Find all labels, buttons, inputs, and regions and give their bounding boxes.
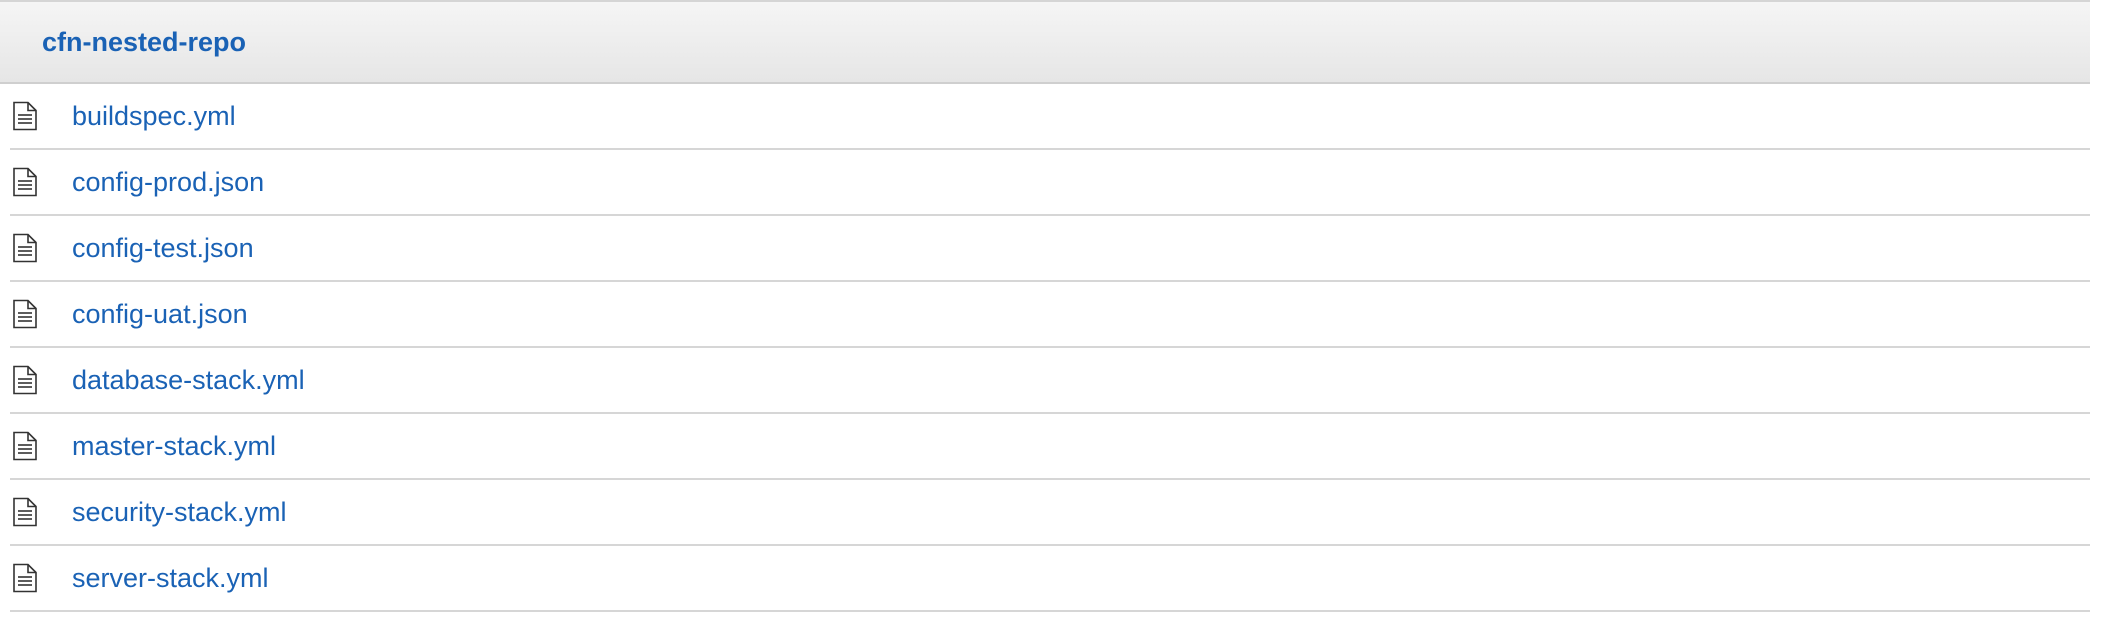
file-text-icon xyxy=(13,365,37,395)
file-row[interactable]: config-prod.json xyxy=(10,150,2090,216)
repository-browser: cfn-nested-repo buildspec.yml config-pro… xyxy=(0,0,2090,612)
file-link[interactable]: database-stack.yml xyxy=(72,365,305,396)
file-text-icon xyxy=(13,233,37,263)
file-link[interactable]: server-stack.yml xyxy=(72,563,269,594)
repo-header: cfn-nested-repo xyxy=(0,0,2090,84)
file-link[interactable]: config-test.json xyxy=(72,233,254,264)
file-text-icon xyxy=(13,101,37,131)
file-text-icon xyxy=(13,167,37,197)
file-row[interactable]: server-stack.yml xyxy=(10,546,2090,612)
file-link[interactable]: config-prod.json xyxy=(72,167,264,198)
repo-title-link[interactable]: cfn-nested-repo xyxy=(42,27,246,58)
file-text-icon xyxy=(13,563,37,593)
file-link[interactable]: config-uat.json xyxy=(72,299,248,330)
file-row[interactable]: security-stack.yml xyxy=(10,480,2090,546)
file-text-icon xyxy=(13,497,37,527)
file-row[interactable]: config-test.json xyxy=(10,216,2090,282)
file-link[interactable]: security-stack.yml xyxy=(72,497,287,528)
file-list: buildspec.yml config-prod.json config-te… xyxy=(0,84,2090,612)
file-row[interactable]: database-stack.yml xyxy=(10,348,2090,414)
file-text-icon xyxy=(13,299,37,329)
file-link[interactable]: buildspec.yml xyxy=(72,101,236,132)
file-text-icon xyxy=(13,431,37,461)
file-link[interactable]: master-stack.yml xyxy=(72,431,276,462)
file-row[interactable]: config-uat.json xyxy=(10,282,2090,348)
file-row[interactable]: buildspec.yml xyxy=(10,84,2090,150)
file-row[interactable]: master-stack.yml xyxy=(10,414,2090,480)
